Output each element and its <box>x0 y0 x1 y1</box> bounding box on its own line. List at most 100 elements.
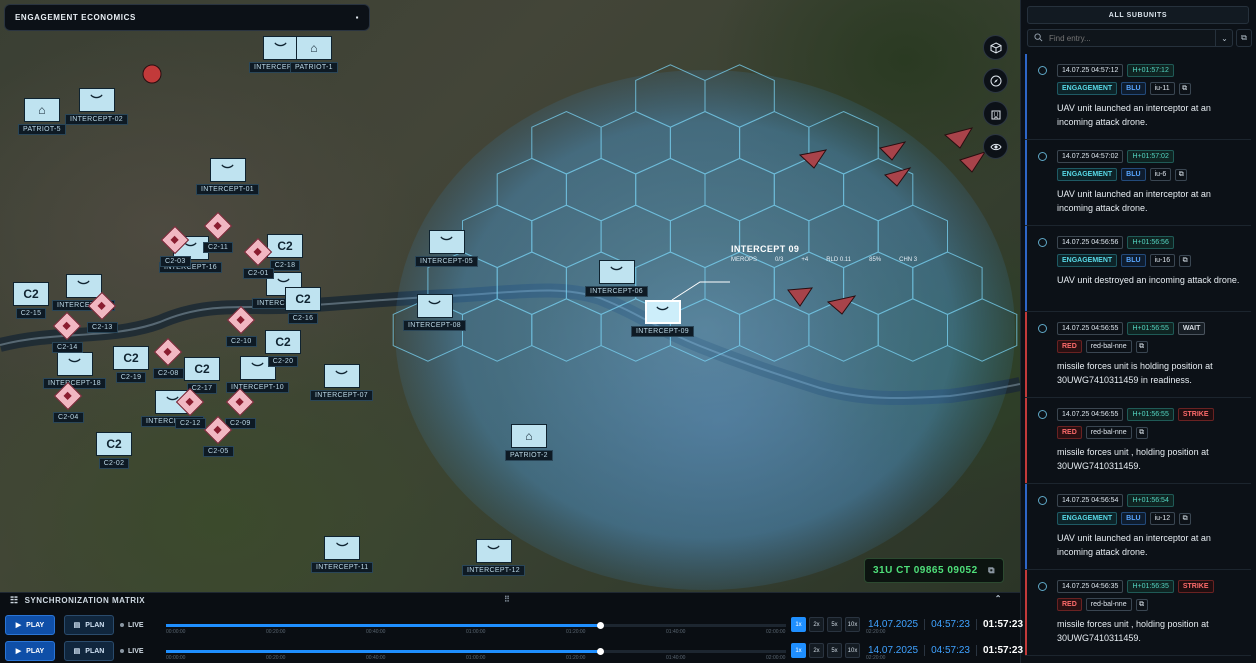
buildings-icon[interactable] <box>983 101 1008 126</box>
unit-c2-11[interactable]: ◆ C2-11 <box>203 211 234 253</box>
unit-c2-04[interactable]: ◆ C2-04 <box>53 381 84 423</box>
unit-intercept-18[interactable]: ︶ INTERCEPT-18 <box>43 352 106 389</box>
unit-c2-10[interactable]: ◆ C2-10 <box>226 305 257 347</box>
unit-c2-16[interactable]: C2 C2-16 <box>285 287 321 324</box>
unit-intercept-02[interactable]: ︶ INTERCEPT-02 <box>65 88 128 125</box>
unit-c2-05[interactable]: ◆ C2-05 <box>203 415 234 457</box>
map-view[interactable]: ENGAGEMENT ECONOMICS ▪ ︶ INTERCEPT-03 ⌂ PA… <box>0 0 1020 592</box>
live-dot-icon <box>120 623 124 627</box>
unit-c2-14[interactable]: ◆ C2-14 <box>52 311 83 353</box>
unit-c2-20[interactable]: C2 C2-20 <box>265 330 301 367</box>
speed-button[interactable]: 1x <box>791 643 806 658</box>
unit-intercept-12[interactable]: ︶ INTERCEPT-12 <box>462 539 525 576</box>
search-input[interactable] <box>1049 33 1199 43</box>
timeline-scrubber[interactable] <box>166 648 786 655</box>
eye-icon[interactable] <box>983 134 1008 159</box>
panel-toggle-icon[interactable]: ▪ <box>356 13 359 22</box>
unit-c2-15[interactable]: C2 C2-15 <box>13 282 49 319</box>
timestamp: 14.07.25 04:57:12 <box>1057 64 1124 77</box>
log-entry[interactable]: 14.07.25 04:57:02 H+01:57:02 ENGAGEMENT B… <box>1025 140 1251 226</box>
speed-button[interactable]: 2x <box>809 643 824 658</box>
hostile-marker-icon: ◆ <box>204 415 233 445</box>
unit-c2-19[interactable]: C2 C2-19 <box>113 346 149 383</box>
entry-rail <box>1025 398 1027 483</box>
unit-intercept-05[interactable]: ︶ INTERCEPT-05 <box>415 230 478 267</box>
speed-button[interactable]: 1x <box>791 617 806 632</box>
copy-icon[interactable]: ⧉ <box>1175 168 1188 181</box>
copy-icon[interactable]: ⧉ <box>1135 340 1148 353</box>
unit-c2-02[interactable]: C2 C2-02 <box>96 432 132 469</box>
hostile-marker-icon: ◆ <box>161 225 190 255</box>
play-button[interactable]: ▶ PLAY <box>5 615 55 635</box>
unit-id-badge[interactable]: red-bal-nne <box>1085 598 1132 611</box>
chevron-up-icon[interactable]: ⌃ <box>995 594 1002 603</box>
copy-icon[interactable]: ⧉ <box>1179 512 1192 525</box>
h-plus-time: H+01:56:55 <box>1127 408 1174 421</box>
speed-button[interactable]: 2x <box>809 617 824 632</box>
plan-button[interactable]: ▤ PLAN <box>64 641 114 661</box>
log-entry[interactable]: 14.07.25 04:56:35 H+01:56:35 STRIKE RED r… <box>1025 570 1251 656</box>
selected-unit-callout: INTERCEPT 09 <box>731 244 800 254</box>
log-entry[interactable]: 14.07.25 04:56:54 H+01:56:54 ENGAGEMENT B… <box>1025 484 1251 570</box>
timeline-timestamp: 14.07.2025 04:57:23 01:57:23 <box>868 643 1023 658</box>
speed-button[interactable]: 5x <box>827 617 842 632</box>
unit-id-badge[interactable]: iu-11 <box>1149 82 1175 95</box>
compass-icon[interactable] <box>983 68 1008 93</box>
live-toggle[interactable]: LIVE <box>120 641 144 661</box>
unit-intercept-09-selected[interactable]: ︶ INTERCEPT-09 <box>631 300 694 337</box>
plan-button[interactable]: ▤ PLAN <box>64 615 114 635</box>
status-badge: STRIKE <box>1177 580 1214 593</box>
copy-icon[interactable]: ⧉ <box>1135 598 1148 611</box>
subunit-filter-header[interactable]: ALL SUBUNITS <box>1027 6 1249 24</box>
scrubber-handle[interactable] <box>597 622 604 629</box>
unit-intercept-08[interactable]: ︶ INTERCEPT-08 <box>403 294 466 331</box>
unit-id-badge[interactable]: red-bal-nne <box>1085 426 1132 439</box>
log-entry[interactable]: 14.07.25 04:56:55 H+01:56:55 WAIT RED red… <box>1025 312 1251 398</box>
unit-id-badge[interactable]: red-bal-nne <box>1085 340 1132 353</box>
speed-button[interactable]: 5x <box>827 643 842 658</box>
unit-intercept-11[interactable]: ︶ INTERCEPT-11 <box>311 536 374 573</box>
unit-patriot-2[interactable]: ⌂ PATRIOT-2 <box>505 424 553 461</box>
unit-c2-13[interactable]: ◆ C2-13 <box>87 291 118 333</box>
timeline-timestamp: 14.07.2025 04:57:23 01:57:23 <box>868 617 1023 632</box>
chevron-down-icon[interactable]: ⌄ <box>1215 29 1233 47</box>
unit-intercept-07[interactable]: ︶ INTERCEPT-07 <box>310 364 373 401</box>
side-badge: RED <box>1057 340 1082 353</box>
resize-grip-icon[interactable]: ⠿ <box>504 595 510 604</box>
search-box[interactable]: ⌄ <box>1027 29 1233 47</box>
copy-icon[interactable]: ⧉ <box>988 565 995 576</box>
speed-button[interactable]: 10x <box>845 617 860 632</box>
unit-id-badge[interactable]: iu-6 <box>1149 168 1172 181</box>
interceptor-icon: ︶ <box>598 260 635 284</box>
tick-label: 00:40:00 <box>366 629 386 635</box>
engagement-economics-panel[interactable]: ENGAGEMENT ECONOMICS ▪ <box>4 4 370 31</box>
unit-c2-01-north[interactable]: ◆ C2-01 <box>243 237 274 279</box>
unit-intercept-06[interactable]: ︶ INTERCEPT-06 <box>585 260 648 297</box>
h-plus-time: H+01:56:54 <box>1127 494 1174 507</box>
tick-label: 00:20:00 <box>266 629 286 635</box>
unit-c2-12[interactable]: ◆ C2-12 <box>175 387 206 429</box>
copy-icon[interactable]: ⧉ <box>1178 82 1191 95</box>
event-feed[interactable]: 14.07.25 04:57:12 H+01:57:12 ENGAGEMENT B… <box>1025 54 1251 663</box>
unit-patriot-5[interactable]: ⌂ PATRIOT-5 <box>18 98 66 135</box>
scrubber-handle[interactable] <box>597 648 604 655</box>
log-entry[interactable]: 14.07.25 04:56:55 H+01:56:55 STRIKE RED r… <box>1025 398 1251 484</box>
copy-icon[interactable]: ⧉ <box>1236 29 1252 47</box>
unit-patriot-1[interactable]: ⌂ PATRIOT-1 <box>290 36 338 73</box>
log-entry[interactable]: 14.07.25 04:57:12 H+01:57:12 ENGAGEMENT B… <box>1025 54 1251 140</box>
clock-icon <box>1038 410 1047 419</box>
unit-intercept-01[interactable]: ︶ INTERCEPT-01 <box>196 158 259 195</box>
log-entry[interactable]: 14.07.25 04:56:56 H+01:56:56 ENGAGEMENT B… <box>1025 226 1251 312</box>
unit-c2-03[interactable]: ◆ C2-03 <box>160 225 191 267</box>
speed-button[interactable]: 10x <box>845 643 860 658</box>
unit-c2-08[interactable]: ◆ C2-08 <box>153 337 184 379</box>
copy-icon[interactable]: ⧉ <box>1179 254 1192 267</box>
search-icon <box>1034 32 1043 44</box>
copy-icon[interactable]: ⧉ <box>1135 426 1148 439</box>
unit-id-badge[interactable]: iu-12 <box>1149 512 1176 525</box>
play-button[interactable]: ▶ PLAY <box>5 641 55 661</box>
live-toggle[interactable]: LIVE <box>120 615 144 635</box>
timeline-scrubber[interactable] <box>166 622 786 629</box>
cube-3d-icon[interactable] <box>983 35 1008 60</box>
unit-id-badge[interactable]: iu-16 <box>1149 254 1176 267</box>
